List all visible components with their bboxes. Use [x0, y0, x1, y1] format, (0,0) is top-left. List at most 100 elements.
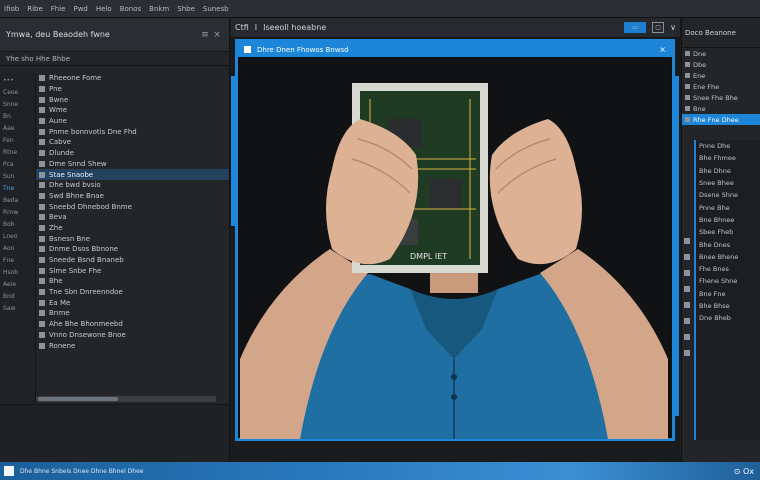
- sub-panel-row[interactable]: Sbee Fheb: [696, 226, 760, 238]
- sub-panel-row[interactable]: Bnee Bhene: [696, 251, 760, 263]
- start-icon[interactable]: [4, 466, 14, 476]
- strip-item[interactable]: Sun: [0, 171, 35, 181]
- list-item[interactable]: Bwne: [36, 94, 229, 105]
- list-item[interactable]: Bsnesn Bne: [36, 233, 229, 244]
- strip-item[interactable]: Pca: [0, 159, 35, 169]
- strip-item[interactable]: •••: [0, 75, 35, 85]
- square-icon[interactable]: [684, 350, 690, 356]
- list-item[interactable]: Dme Snnd Shew: [36, 159, 229, 170]
- sub-panel-row[interactable]: Bne Fne: [696, 288, 760, 300]
- close-icon[interactable]: ×: [211, 30, 223, 40]
- strip-item[interactable]: Lneo: [0, 231, 35, 241]
- sub-panel-row[interactable]: Dsene Shne: [696, 189, 760, 201]
- right-panel-row[interactable]: Dbe: [682, 59, 760, 70]
- list-item[interactable]: Swd Bhne Bnae: [36, 191, 229, 202]
- list-item[interactable]: Bhe: [36, 276, 229, 287]
- sub-panel-row[interactable]: Pnne Bhe: [696, 201, 760, 213]
- strip-item[interactable]: Fen: [0, 135, 35, 145]
- list-item[interactable]: Tne Sbn Dnreenndoe: [36, 287, 229, 298]
- scrollbar-thumb[interactable]: [38, 397, 118, 401]
- strip-item[interactable]: Rtne: [0, 147, 35, 157]
- menu-item[interactable]: Shbe: [177, 5, 195, 13]
- list-item[interactable]: Rheeone Fome: [36, 73, 229, 84]
- sub-panel-row[interactable]: Fhene Shne: [696, 275, 760, 287]
- menu-item[interactable]: Bonos: [120, 5, 141, 13]
- right-panel-row[interactable]: Snee Fhe Bhe: [682, 92, 760, 103]
- menu-icon[interactable]: ≡: [199, 30, 211, 40]
- right-panel-row[interactable]: Bne: [682, 103, 760, 114]
- list-item[interactable]: Dhe bwd bvsio: [36, 180, 229, 191]
- list-item[interactable]: Dnme Dsos Bbnone: [36, 244, 229, 255]
- list-item[interactable]: Cabve: [36, 137, 229, 148]
- sub-panel-row[interactable]: Pnne Dhe: [696, 140, 760, 152]
- list-item[interactable]: Ronene: [36, 340, 229, 351]
- list-item[interactable]: Ahe Bhe Bhonmeebd: [36, 319, 229, 330]
- menu-item[interactable]: Sunesb: [203, 5, 229, 13]
- square-icon[interactable]: [684, 238, 690, 244]
- list-item[interactable]: Stae Snaobe: [36, 169, 229, 180]
- menu-item[interactable]: Bnkm: [149, 5, 169, 13]
- sub-row-label: Bne Fne: [699, 289, 726, 298]
- right-panel-selected-row[interactable]: Rhe Fne Dhee: [682, 114, 760, 125]
- system-tray[interactable]: ⊙ Ox: [734, 467, 760, 476]
- viewer-right-scrollbar[interactable]: [675, 76, 679, 416]
- sub-panel-row[interactable]: Dne Bheb: [696, 312, 760, 324]
- strip-item[interactable]: Aae: [0, 123, 35, 133]
- tab-i[interactable]: I: [255, 23, 257, 32]
- sub-panel-row[interactable]: Bhe Dnes: [696, 238, 760, 250]
- list-item[interactable]: Dlunde: [36, 148, 229, 159]
- sub-panel-row[interactable]: Bhe Bhse: [696, 300, 760, 312]
- sub-panel-row[interactable]: Snee Bhee: [696, 177, 760, 189]
- sub-panel-row[interactable]: Bne Bhnee: [696, 214, 760, 226]
- menu-item[interactable]: Ifiob: [4, 5, 19, 13]
- square-icon[interactable]: [684, 334, 690, 340]
- close-icon[interactable]: ×: [659, 45, 672, 54]
- menu-item[interactable]: Fhie: [51, 5, 66, 13]
- square-icon[interactable]: [684, 270, 690, 276]
- list-item[interactable]: Sneebd Dhnebod Bnme: [36, 201, 229, 212]
- strip-item[interactable]: Snne: [0, 99, 35, 109]
- sub-panel-row[interactable]: Fhe Bnes: [696, 263, 760, 275]
- horizontal-scrollbar[interactable]: [36, 396, 216, 402]
- strip-item[interactable]: Bn: [0, 111, 35, 121]
- list-item[interactable]: Wme: [36, 105, 229, 116]
- right-panel-row[interactable]: Ene Fhe: [682, 81, 760, 92]
- strip-item[interactable]: Boh: [0, 219, 35, 229]
- window-icon[interactable]: ▢: [652, 22, 665, 33]
- list-item[interactable]: Ea Me: [36, 297, 229, 308]
- menu-item[interactable]: Pwd: [73, 5, 87, 13]
- square-icon[interactable]: [684, 302, 690, 308]
- list-item[interactable]: Sneede Bsnd Bnaneb: [36, 255, 229, 266]
- strip-item[interactable]: Bnd: [0, 291, 35, 301]
- tab-ctfi[interactable]: Ctfi: [235, 23, 249, 32]
- chevron-down-icon[interactable]: ∨: [670, 23, 676, 32]
- sub-panel-row[interactable]: Bhe Fhmee: [696, 152, 760, 164]
- square-icon[interactable]: [684, 318, 690, 324]
- list-item[interactable]: Beva: [36, 212, 229, 223]
- sub-panel-row[interactable]: Bhe Dhne: [696, 165, 760, 177]
- menu-item[interactable]: Ribe: [27, 5, 43, 13]
- list-item[interactable]: Pne: [36, 84, 229, 95]
- list-item[interactable]: Vnno Dnsewone Bnoe: [36, 330, 229, 341]
- view-icon[interactable]: ▭: [624, 22, 647, 33]
- list-item[interactable]: Zhe: [36, 223, 229, 234]
- list-item[interactable]: Aune: [36, 116, 229, 127]
- square-icon[interactable]: [684, 254, 690, 260]
- strip-item[interactable]: Aeie: [0, 279, 35, 289]
- strip-item[interactable]: Aon: [0, 243, 35, 253]
- list-item[interactable]: Bnrne: [36, 308, 229, 319]
- list-item[interactable]: Pnme bonnvotis Dne Fhd: [36, 126, 229, 137]
- strip-item[interactable]: Ceoe: [0, 87, 35, 97]
- right-panel-row[interactable]: Ene: [682, 70, 760, 81]
- strip-item[interactable]: Rrnw: [0, 207, 35, 217]
- list-item[interactable]: Slme Snbe Fhe: [36, 265, 229, 276]
- tab-title[interactable]: Iseeoll hoeabne: [263, 23, 326, 32]
- strip-item[interactable]: Hsob: [0, 267, 35, 277]
- strip-item[interactable]: Beda: [0, 195, 35, 205]
- menu-item[interactable]: Helo: [96, 5, 112, 13]
- right-panel-row[interactable]: Dne: [682, 48, 760, 59]
- strip-item[interactable]: Saw: [0, 303, 35, 313]
- strip-item[interactable]: Tne: [0, 183, 35, 193]
- strip-item[interactable]: Fne: [0, 255, 35, 265]
- square-icon[interactable]: [684, 286, 690, 292]
